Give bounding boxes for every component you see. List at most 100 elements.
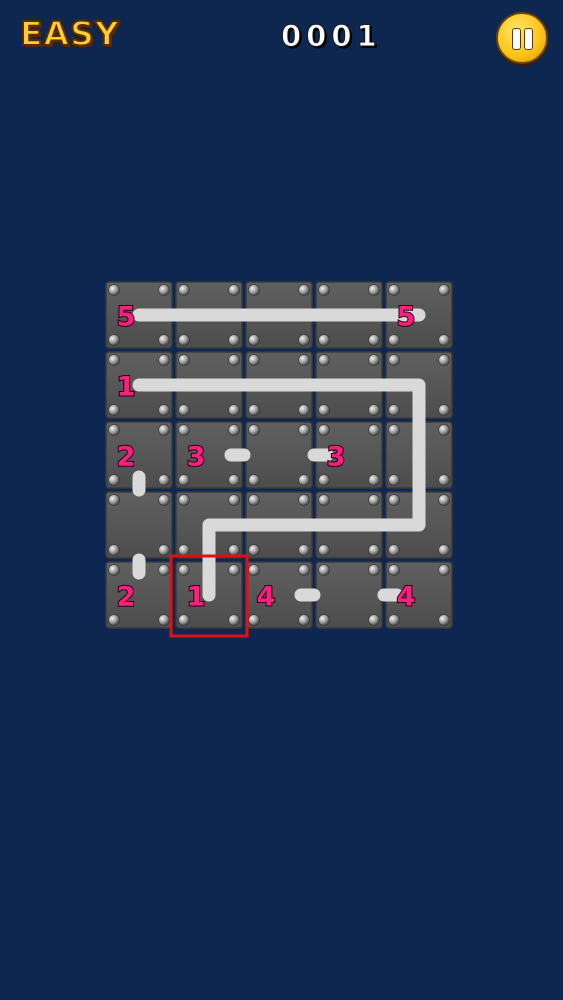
cell-number: 4 <box>397 582 416 613</box>
rivet <box>298 564 310 576</box>
rivet <box>178 564 190 576</box>
rivet <box>178 544 190 556</box>
rivet <box>158 564 170 576</box>
rivet <box>438 474 450 486</box>
rivet <box>368 474 380 486</box>
rivet <box>108 284 120 296</box>
cell-number: 1 <box>187 582 206 613</box>
rivet <box>368 494 380 506</box>
rivet <box>158 404 170 416</box>
cell-number: 3 <box>187 442 206 473</box>
rivet <box>248 334 260 346</box>
rivet <box>158 544 170 556</box>
rivet <box>248 544 260 556</box>
rivet <box>298 424 310 436</box>
rivet <box>298 334 310 346</box>
rivet <box>318 564 330 576</box>
tile-r4-c3[interactable] <box>315 561 383 629</box>
rivet <box>438 424 450 436</box>
rivet <box>318 354 330 366</box>
rivet <box>318 284 330 296</box>
rivet <box>388 544 400 556</box>
rivet <box>368 404 380 416</box>
rivet <box>178 474 190 486</box>
rivet <box>228 544 240 556</box>
rivet <box>108 404 120 416</box>
rivet <box>158 354 170 366</box>
rivet <box>298 494 310 506</box>
rivet <box>318 334 330 346</box>
rivet <box>248 494 260 506</box>
rivet <box>318 614 330 626</box>
cell-number: 4 <box>257 582 276 613</box>
rivet <box>178 284 190 296</box>
rivet <box>388 474 400 486</box>
rivet <box>298 404 310 416</box>
rivet <box>368 334 380 346</box>
rivet <box>438 544 450 556</box>
tile-r2-c2[interactable] <box>245 421 313 489</box>
rivet <box>388 564 400 576</box>
rivet <box>388 424 400 436</box>
rivet <box>228 334 240 346</box>
rivet <box>108 334 120 346</box>
rivet <box>108 614 120 626</box>
rivet <box>248 474 260 486</box>
rivet <box>298 614 310 626</box>
rivet <box>438 404 450 416</box>
cell-number: 3 <box>327 442 346 473</box>
rivet <box>228 474 240 486</box>
rivet <box>228 284 240 296</box>
rivet <box>298 544 310 556</box>
tile-r3-c0[interactable] <box>105 491 173 559</box>
rivet <box>248 614 260 626</box>
rivet <box>438 334 450 346</box>
rivet <box>368 614 380 626</box>
rivet <box>388 404 400 416</box>
rivet <box>318 404 330 416</box>
cell-number: 1 <box>117 372 136 403</box>
rivet <box>108 424 120 436</box>
rivet <box>318 424 330 436</box>
rivet <box>108 474 120 486</box>
rivet <box>108 494 120 506</box>
rivet <box>318 494 330 506</box>
rivet <box>248 404 260 416</box>
rivet <box>158 284 170 296</box>
rivet <box>248 424 260 436</box>
rivet <box>228 354 240 366</box>
rivet <box>368 284 380 296</box>
rivet <box>388 284 400 296</box>
rivet <box>158 424 170 436</box>
rivet <box>438 494 450 506</box>
rivet <box>108 564 120 576</box>
rivet <box>158 334 170 346</box>
cell-number: 2 <box>117 442 136 473</box>
rivet <box>248 564 260 576</box>
rivet <box>388 334 400 346</box>
rivet <box>438 564 450 576</box>
rivet <box>158 474 170 486</box>
rivet <box>438 354 450 366</box>
rivet <box>388 614 400 626</box>
rivet <box>318 474 330 486</box>
rivet <box>108 544 120 556</box>
rivet <box>248 284 260 296</box>
rivet <box>318 544 330 556</box>
cell-number: 2 <box>117 582 136 613</box>
rivet <box>298 354 310 366</box>
rivet <box>178 424 190 436</box>
rivet <box>158 614 170 626</box>
rivet <box>388 354 400 366</box>
rivet <box>368 564 380 576</box>
rivet <box>228 494 240 506</box>
rivet <box>178 614 190 626</box>
rivet <box>228 614 240 626</box>
rivet <box>178 494 190 506</box>
puzzle-board: 5 5 1 2 3 3 2 1 4 4 <box>105 281 453 638</box>
rivet <box>368 354 380 366</box>
rivet <box>178 334 190 346</box>
rivet <box>438 614 450 626</box>
cell-number: 5 <box>117 302 136 333</box>
rivet <box>228 564 240 576</box>
